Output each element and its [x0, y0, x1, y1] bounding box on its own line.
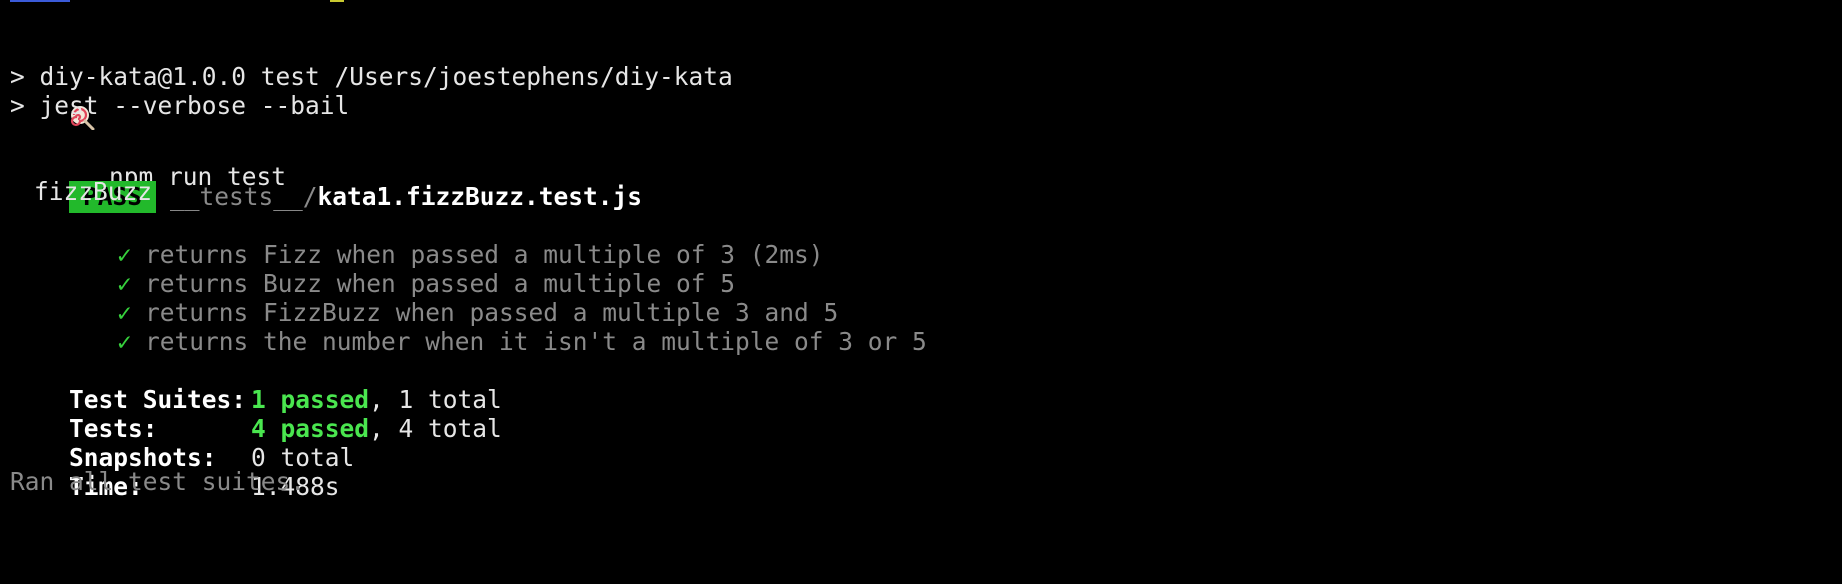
prompt-line: npm run test	[10, 2, 286, 191]
lollipop-icon	[69, 36, 95, 130]
summary-footer: Ran all test suites.	[10, 467, 306, 496]
test-case: ✓ returns the number when it isn't a mult…	[58, 291, 927, 356]
terminal-window[interactable]: npm run test > diy-kata@1.0.0 test /User…	[0, 0, 1842, 584]
summary-total: , 4 total	[369, 414, 502, 443]
script-line: > jest --verbose --bail	[10, 91, 350, 120]
